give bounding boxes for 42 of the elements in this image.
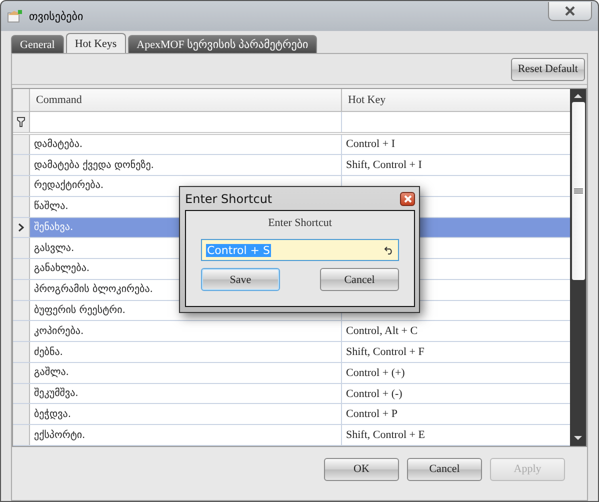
filter-icon[interactable] <box>17 116 25 127</box>
table-cell[interactable]: გაშლა. <box>30 362 342 383</box>
reset-default-button[interactable]: Reset Default <box>510 58 585 80</box>
table-cell[interactable]: შეკუმშვა. <box>30 384 342 404</box>
properties-icon <box>7 9 23 23</box>
table-cell[interactable]: კოპირება. <box>30 321 342 342</box>
close-button[interactable] <box>400 192 415 206</box>
table-cell[interactable]: Control + (-) <box>342 384 570 404</box>
column-header[interactable]: Hot Key <box>342 89 570 111</box>
table-cell[interactable]: Control + P <box>342 404 570 424</box>
dialog-button[interactable]: Save <box>201 268 280 291</box>
table-cell[interactable]: დამატება ქვედა დონეზე. <box>30 155 342 176</box>
grip-icon <box>574 188 582 194</box>
table-cell[interactable]: Control + I <box>342 134 570 154</box>
close-icon <box>404 194 412 202</box>
dialog-button[interactable]: Cancel <box>320 268 399 291</box>
scrollbar[interactable] <box>570 89 586 446</box>
column-header[interactable]: Command <box>30 89 342 111</box>
table-cell[interactable]: ექსპორტი. <box>30 425 342 445</box>
current-row-icon <box>18 222 24 232</box>
tab[interactable]: ApexMOF სერვისის პარამეტრები <box>128 35 318 53</box>
dialog-title: Enter Shortcut <box>185 192 272 206</box>
tab[interactable]: Hot Keys <box>66 33 126 53</box>
table-cell[interactable]: ძებნა. <box>30 342 342 362</box>
table-cell[interactable]: Shift, Control + F <box>342 342 570 362</box>
table-cell[interactable]: Shift, Control + I <box>342 155 570 176</box>
row-header[interactable] <box>13 218 30 238</box>
table-cell[interactable]: Shift, Control + E <box>342 425 570 445</box>
dialog-button[interactable]: Cancel <box>407 458 482 480</box>
scroll-down-icon[interactable] <box>573 434 583 442</box>
table-cell[interactable]: ბეჭდვა. <box>30 404 342 424</box>
close-button[interactable] <box>548 2 592 20</box>
undo-icon[interactable] <box>384 246 394 254</box>
scroll-up-icon[interactable] <box>573 92 583 100</box>
table-cell[interactable]: Control, Alt + C <box>342 321 570 342</box>
close-icon <box>564 6 576 16</box>
table-cell[interactable]: დამატება. <box>30 134 342 154</box>
tab[interactable]: General <box>11 35 64 53</box>
table-cell[interactable]: Control + (+) <box>342 362 570 383</box>
dialog-prompt: Enter Shortcut <box>268 217 332 231</box>
dialog-button[interactable]: OK <box>324 458 399 480</box>
window-title: თვისებები <box>29 10 84 22</box>
